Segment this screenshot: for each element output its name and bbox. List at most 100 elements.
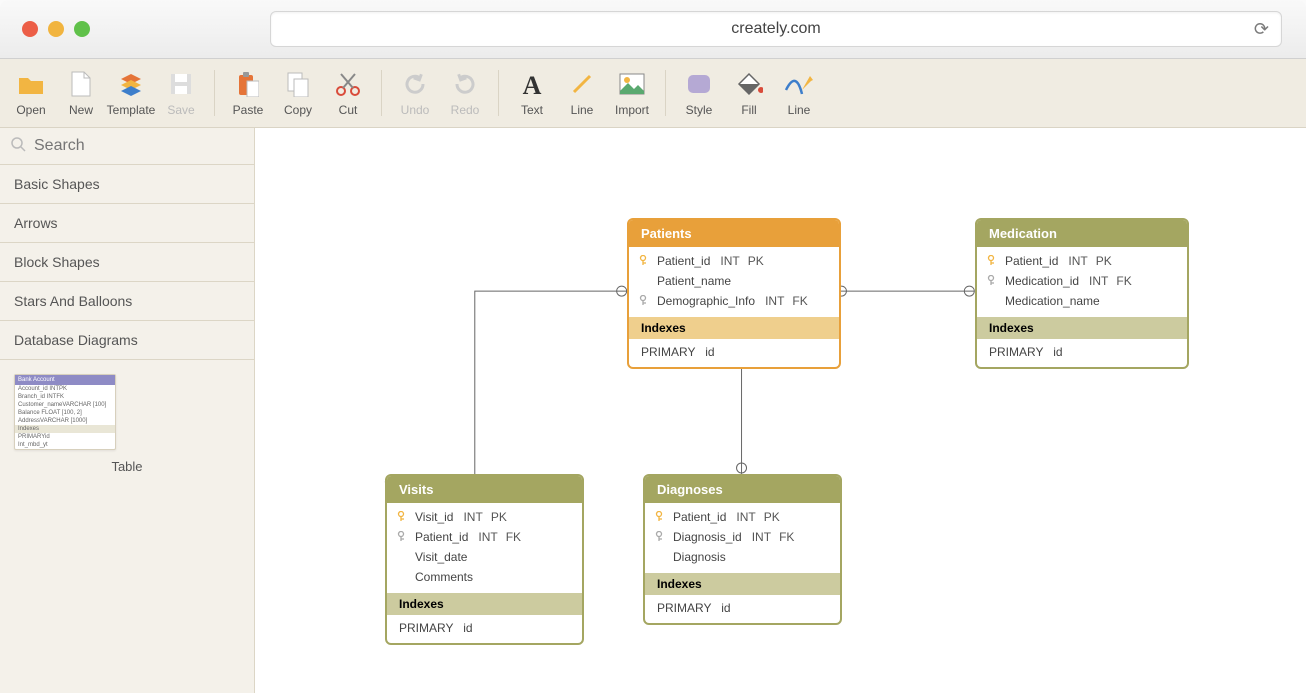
entity-visits[interactable]: Visits Visit_idINTPKPatient_idINTFKVisit…: [385, 474, 584, 645]
fill-button[interactable]: Fill: [724, 63, 774, 123]
search-icon: [10, 136, 26, 157]
toolbar-label: Import: [615, 103, 649, 117]
field-name: Patient_id: [415, 530, 468, 544]
browser-chrome: creately.com ⟳: [0, 0, 1306, 59]
field-row[interactable]: Medication_idINTFK: [977, 271, 1187, 291]
thumb-label: Table: [14, 459, 240, 474]
address-bar[interactable]: creately.com ⟳: [270, 11, 1282, 47]
thumb-row: Branch_id INTFK: [15, 393, 115, 401]
field-type: INT: [720, 254, 739, 268]
thumb-title: Bank Account: [15, 375, 115, 385]
field-type: INT: [1068, 254, 1087, 268]
thumb-table[interactable]: Bank Account Account_id INTPKBranch_id I…: [14, 374, 116, 450]
save-button: Save: [156, 63, 206, 123]
paste-button[interactable]: Paste: [223, 63, 273, 123]
import-button[interactable]: Import: [607, 63, 657, 123]
field-type: INT: [752, 530, 771, 544]
category-basic-shapes[interactable]: Basic Shapes: [0, 165, 254, 204]
field-row[interactable]: Patient_idINTPK: [977, 251, 1187, 271]
key-icon: [653, 531, 667, 544]
indexes-label: Indexes: [629, 317, 839, 339]
template-button[interactable]: Template: [106, 63, 156, 123]
new-button[interactable]: New: [56, 63, 106, 123]
toolbar-label: Template: [107, 103, 156, 117]
toolbar-label: New: [69, 103, 93, 117]
field-type: INT: [1089, 274, 1108, 288]
toolbar-label: Cut: [339, 103, 358, 117]
field-type: INT: [736, 510, 755, 524]
search-input[interactable]: [32, 136, 216, 156]
search-bar[interactable]: [0, 128, 254, 165]
category-database-diagrams[interactable]: Database Diagrams: [0, 321, 254, 360]
toolbar-label: Paste: [233, 103, 264, 117]
toolbar-separator: [498, 70, 499, 116]
category-block-shapes[interactable]: Block Shapes: [0, 243, 254, 282]
entity-medication[interactable]: Medication Patient_idINTPKMedication_idI…: [975, 218, 1189, 369]
canvas[interactable]: Patients Patient_idINTPKPatient_nameDemo…: [255, 128, 1306, 693]
redo-button: Redo: [440, 63, 490, 123]
paste-icon: [237, 69, 259, 99]
field-row[interactable]: Patient_name: [629, 271, 839, 291]
entity-patients[interactable]: Patients Patient_idINTPKPatient_nameDemo…: [627, 218, 841, 369]
field-row[interactable]: Visit_idINTPK: [387, 507, 582, 527]
key-icon: [395, 531, 409, 544]
open-icon: [18, 69, 44, 99]
field-row[interactable]: Diagnosis_idINTFK: [645, 527, 840, 547]
main: Basic ShapesArrowsBlock ShapesStars And …: [0, 128, 1306, 693]
index-value: PRIMARY id: [645, 595, 840, 623]
copy-button[interactable]: Copy: [273, 63, 323, 123]
key-icon: [985, 255, 999, 268]
field-name: Patient_name: [657, 274, 731, 288]
field-name: Medication_name: [1005, 294, 1100, 308]
thumb-row: AddressVARCHAR [1000]: [15, 417, 115, 425]
thumb-row: Customer_nameVARCHAR [100]: [15, 401, 115, 409]
style-button[interactable]: Style: [674, 63, 724, 123]
sidebar: Basic ShapesArrowsBlock ShapesStars And …: [0, 128, 255, 693]
thumb-idx-row: Int_mbd_yt: [15, 441, 115, 449]
field-row[interactable]: Visit_date: [387, 547, 582, 567]
field-row[interactable]: Patient_idINTPK: [645, 507, 840, 527]
cut-icon: [335, 69, 361, 99]
field-row[interactable]: Demographic_InfoINTFK: [629, 291, 839, 311]
field-key: FK: [506, 530, 521, 544]
fill-icon: [735, 69, 763, 99]
field-key: PK: [748, 254, 764, 268]
entity-diagnoses[interactable]: Diagnoses Patient_idINTPKDiagnosis_idINT…: [643, 474, 842, 625]
field-key: PK: [764, 510, 780, 524]
close-window-button[interactable]: [22, 21, 38, 37]
reload-icon[interactable]: ⟳: [1254, 19, 1269, 40]
field-type: INT: [765, 294, 784, 308]
field-row[interactable]: Comments: [387, 567, 582, 587]
maximize-window-button[interactable]: [74, 21, 90, 37]
copy-icon: [286, 69, 310, 99]
thumb-row: Balance FLOAT [100, 2]: [15, 409, 115, 417]
toolbar-label: Undo: [401, 103, 430, 117]
line2-icon: [784, 69, 814, 99]
field-row[interactable]: Patient_id INT PK: [629, 251, 839, 271]
open-button[interactable]: Open: [6, 63, 56, 123]
indexes-label: Indexes: [387, 593, 582, 615]
field-name: Diagnosis_id: [673, 530, 742, 544]
field-row[interactable]: Medication_name: [977, 291, 1187, 311]
cut-button[interactable]: Cut: [323, 63, 373, 123]
field-row[interactable]: Diagnosis: [645, 547, 840, 567]
thumb-sec: Indexes: [15, 425, 115, 433]
entity-title: Medication: [977, 220, 1187, 247]
toolbar-label: Line: [788, 103, 811, 117]
window-controls: [22, 21, 90, 37]
minimize-window-button[interactable]: [48, 21, 64, 37]
field-name: Patient_id: [657, 254, 710, 268]
field-key: PK: [491, 510, 507, 524]
index-value: PRIMARY id: [977, 339, 1187, 367]
line2-button[interactable]: Line: [774, 63, 824, 123]
index-value: PRIMARY id: [387, 615, 582, 643]
field-key: FK: [792, 294, 807, 308]
category-arrows[interactable]: Arrows: [0, 204, 254, 243]
toolbar-label: Copy: [284, 103, 312, 117]
key-icon: [985, 275, 999, 288]
category-stars-and-balloons[interactable]: Stars And Balloons: [0, 282, 254, 321]
text-button[interactable]: AText: [507, 63, 557, 123]
line-button[interactable]: Line: [557, 63, 607, 123]
line-icon: [570, 69, 594, 99]
field-row[interactable]: Patient_idINTFK: [387, 527, 582, 547]
